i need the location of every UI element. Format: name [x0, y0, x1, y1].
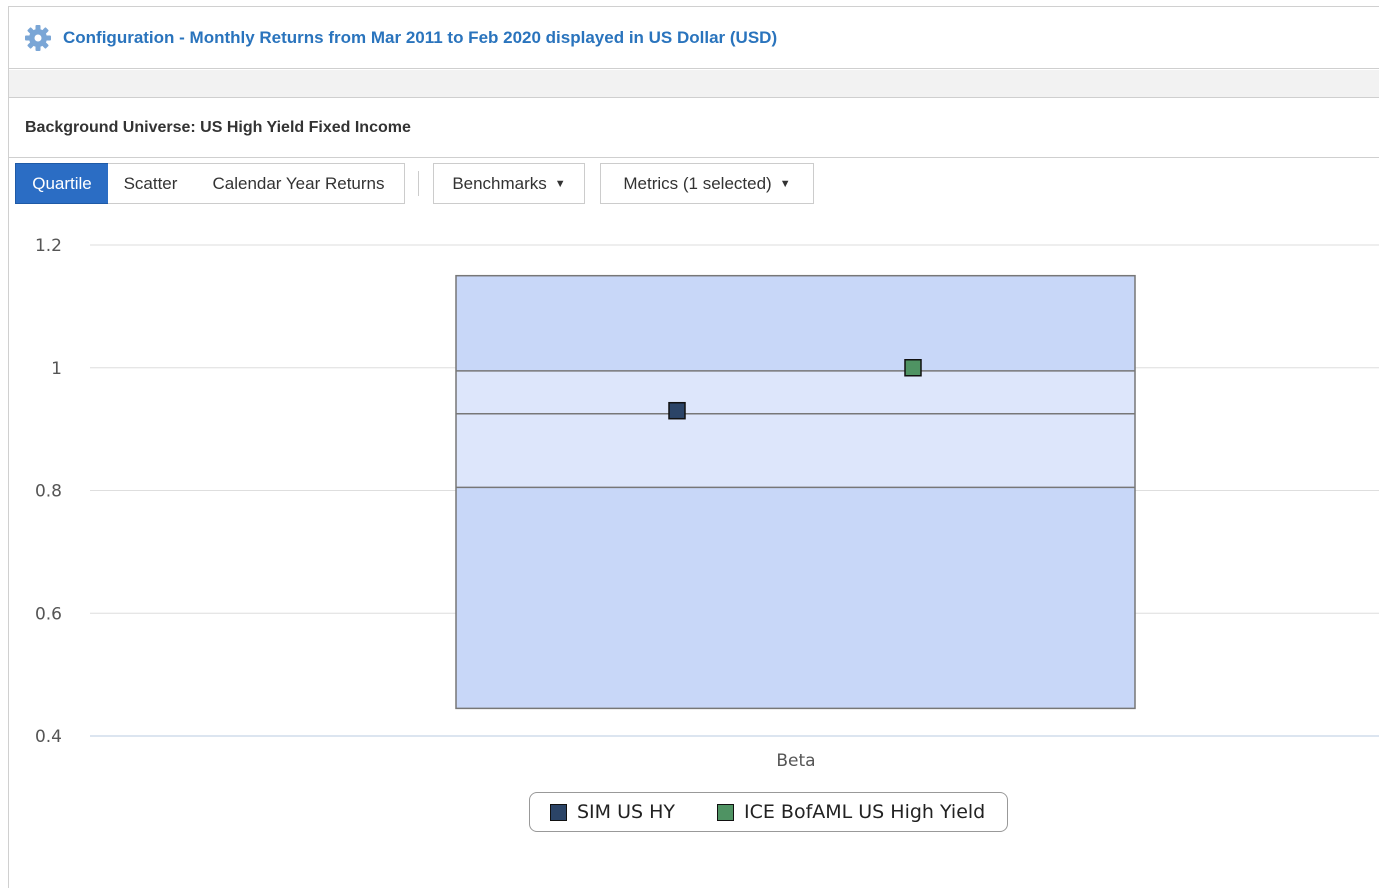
y-axis-ticks: 1.2 1 0.8 0.6 0.4 — [35, 236, 62, 747]
x-axis-label-beta: Beta — [776, 751, 815, 771]
legend-item-ice-bofaml[interactable]: ICE BofAML US High Yield — [717, 801, 985, 823]
marker-sim-us-hy[interactable] — [668, 401, 686, 420]
y-tick-label: 0.6 — [35, 604, 62, 624]
quartile-band-middle — [456, 370, 1135, 488]
y-tick-label: 1.2 — [35, 236, 62, 256]
marker-ice-bofaml[interactable] — [904, 359, 922, 377]
y-tick-label: 0.8 — [35, 482, 62, 502]
legend-swatch-ice-bofaml — [717, 803, 734, 821]
legend-swatch-sim-us-hy — [550, 803, 567, 821]
quartile-box — [455, 274, 1136, 710]
chart-legend: SIM US HY ICE BofAML US High Yield — [529, 792, 1008, 832]
legend-label-ice-bofaml: ICE BofAML US High Yield — [744, 801, 986, 823]
quartile-band-bottom — [456, 487, 1135, 709]
quartile-chart: 1.2 1 0.8 0.6 0.4 Beta — [35, 236, 1379, 771]
legend-item-sim-us-hy[interactable]: SIM US HY — [550, 801, 675, 823]
y-tick-label: 0.4 — [35, 727, 62, 747]
quartile-band-top — [456, 275, 1135, 371]
legend-label-sim-us-hy: SIM US HY — [577, 801, 675, 823]
y-tick-label: 1 — [51, 359, 62, 379]
